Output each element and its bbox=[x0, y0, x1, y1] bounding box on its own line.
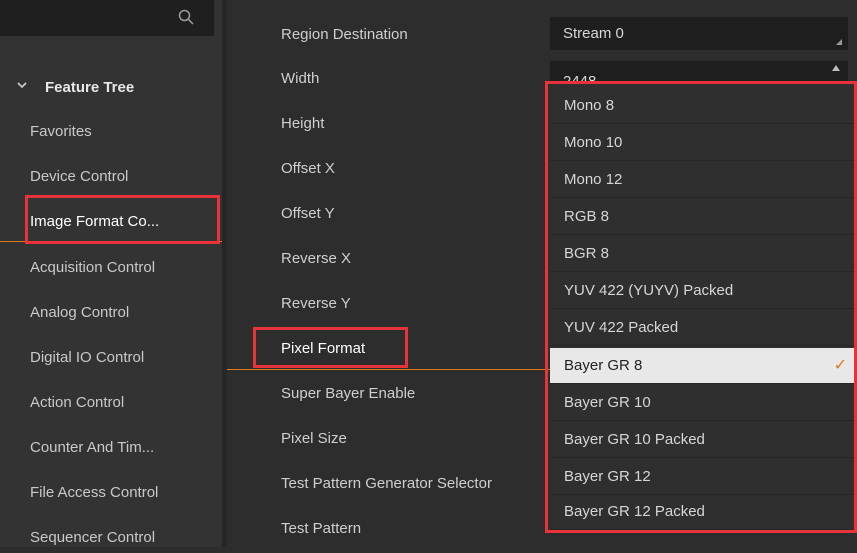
property-label: Offset X bbox=[281, 160, 335, 177]
feature-tree-header[interactable]: Feature Tree bbox=[0, 72, 222, 102]
tree-item-analog-control[interactable]: Analog Control bbox=[30, 298, 220, 328]
feature-sidebar: Feature Tree Favorites Device Control Im… bbox=[0, 0, 222, 547]
property-label: Super Bayer Enable bbox=[281, 385, 416, 402]
dropdown-corner-icon bbox=[836, 39, 842, 45]
property-row-test-pattern[interactable]: Test Pattern bbox=[227, 511, 550, 547]
tree-item-acquisition-control[interactable]: Acquisition Control bbox=[30, 253, 220, 283]
highlight-box-image-format bbox=[25, 195, 220, 244]
property-selection-underline bbox=[227, 369, 550, 370]
property-row-test-pattern-generator-selector[interactable]: Test Pattern Generator Selector bbox=[227, 466, 550, 502]
property-row-super-bayer-enable[interactable]: Super Bayer Enable bbox=[227, 376, 550, 412]
property-row-reverse-x[interactable]: Reverse X bbox=[227, 241, 550, 277]
property-row-height[interactable]: Height bbox=[227, 106, 550, 142]
property-row-reverse-y[interactable]: Reverse Y bbox=[227, 286, 550, 322]
chevron-down-icon[interactable] bbox=[17, 80, 27, 90]
tree-item-sequencer-control[interactable]: Sequencer Control bbox=[30, 523, 220, 553]
property-row-width[interactable]: Width bbox=[227, 61, 550, 97]
highlight-box-dropdown bbox=[545, 81, 857, 533]
tree-item-favorites[interactable]: Favorites bbox=[30, 117, 220, 147]
search-icon[interactable] bbox=[178, 9, 194, 25]
property-label: Offset Y bbox=[281, 205, 335, 222]
highlight-box-pixel-format bbox=[253, 327, 408, 368]
tree-item-digital-io-control[interactable]: Digital IO Control bbox=[30, 343, 220, 373]
property-label: Width bbox=[281, 70, 320, 87]
property-label: Test Pattern Generator Selector bbox=[281, 475, 492, 492]
feature-tree-label: Feature Tree bbox=[45, 79, 135, 96]
property-label: Reverse X bbox=[281, 250, 352, 267]
property-label: Reverse Y bbox=[281, 295, 351, 312]
property-row-region-destination[interactable]: Region Destination bbox=[227, 17, 550, 53]
region-destination-select[interactable]: Stream 0 bbox=[550, 17, 848, 50]
search-input[interactable] bbox=[0, 0, 214, 36]
property-row-offset-y[interactable]: Offset Y bbox=[227, 196, 550, 232]
property-label: Test Pattern bbox=[281, 520, 362, 537]
property-row-offset-x[interactable]: Offset X bbox=[227, 151, 550, 187]
tree-item-counter-and-timer[interactable]: Counter And Tim... bbox=[30, 433, 220, 463]
property-label: Pixel Size bbox=[281, 430, 347, 447]
tree-item-action-control[interactable]: Action Control bbox=[30, 388, 220, 418]
spin-up-icon[interactable] bbox=[832, 65, 840, 71]
property-label: Height bbox=[281, 115, 325, 132]
tree-item-file-access-control[interactable]: File Access Control bbox=[30, 478, 220, 508]
tree-item-device-control[interactable]: Device Control bbox=[30, 162, 220, 192]
property-label: Region Destination bbox=[281, 26, 408, 43]
property-row-pixel-size[interactable]: Pixel Size bbox=[227, 421, 550, 457]
region-destination-value: Stream 0 bbox=[563, 25, 624, 42]
